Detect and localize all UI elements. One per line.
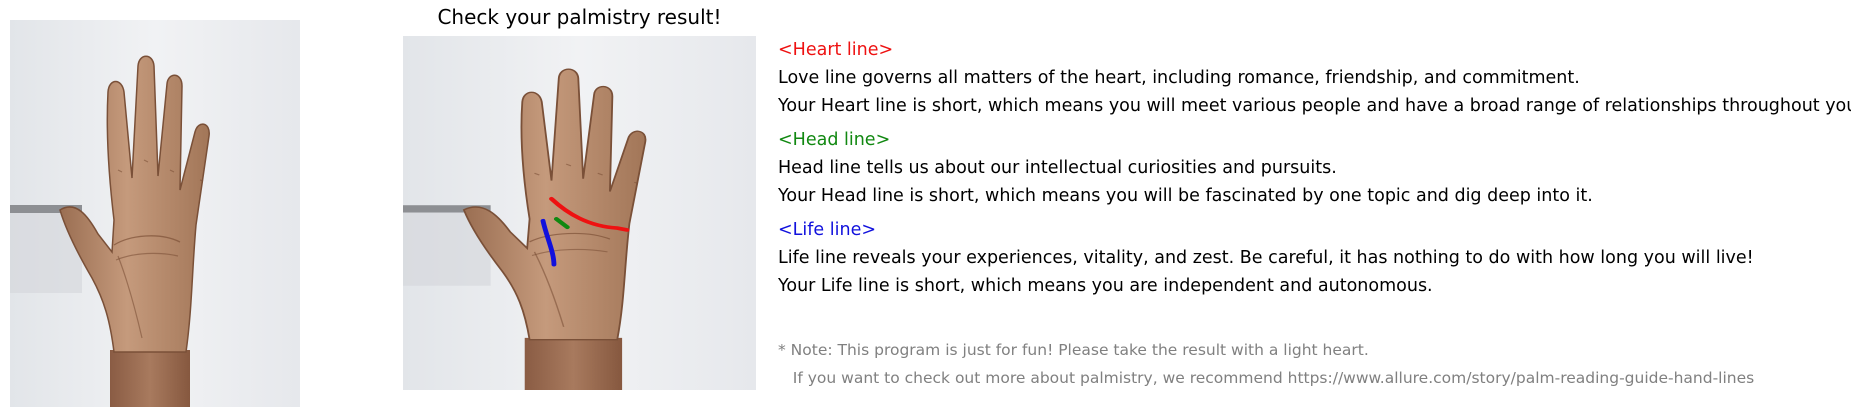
result-hand-photo [403,36,756,390]
original-hand-photo [10,20,300,407]
life-line-description: Life line reveals your experiences, vita… [778,248,1754,268]
life-line-heading: <Life line> [778,220,877,240]
heart-line-description: Love line governs all matters of the hea… [778,68,1580,88]
note-reference-link[interactable]: If you want to check out more about palm… [778,369,1754,387]
heart-line-result: Your Heart line is short, which means yo… [778,96,1851,116]
head-line-heading: <Head line> [778,130,891,150]
head-line-result: Your Head line is short, which means you… [778,186,1593,206]
head-line-description: Head line tells us about our intellectua… [778,158,1337,178]
note-disclaimer: * Note: This program is just for fun! Pl… [778,341,1369,359]
heart-line-heading: <Heart line> [778,40,894,60]
life-line-result: Your Life line is short, which means you… [778,276,1433,296]
result-title: Check your palmistry result! [437,5,722,29]
